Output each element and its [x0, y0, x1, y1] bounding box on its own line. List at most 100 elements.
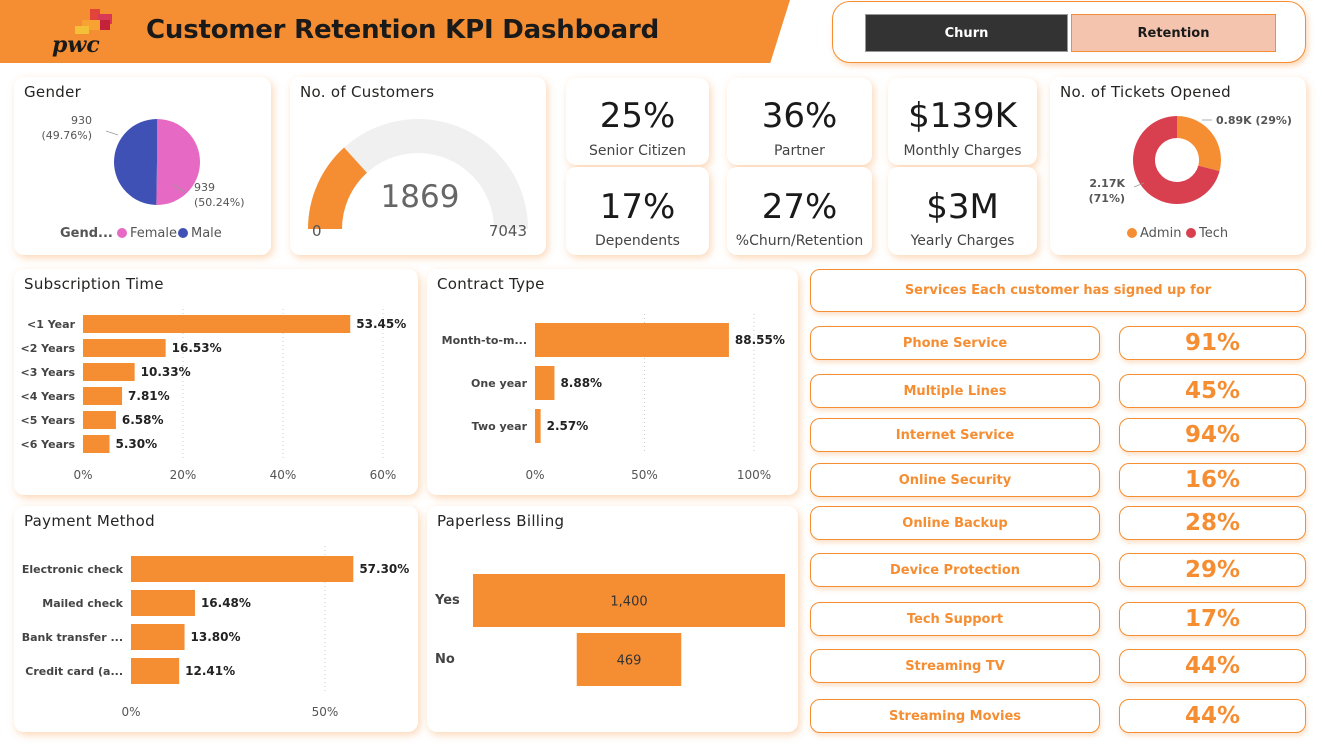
subscription-time-card: Subscription Time 0% 20% 40% 60% <1 Year 53.4…	[14, 269, 418, 495]
churn-button[interactable]: Churn	[865, 14, 1068, 52]
payment-category-label: Credit card (a...	[25, 665, 123, 678]
subscription-category-label: <2 Years	[20, 342, 75, 355]
service-value-streaming-tv: 44%	[1119, 649, 1306, 683]
subscription-bar	[83, 315, 351, 333]
subscription-bar	[83, 387, 123, 405]
payment-value-label: 12.41%	[185, 664, 235, 678]
payment-bar	[131, 556, 354, 582]
service-label-phone: Phone Service	[810, 326, 1100, 360]
service-label-internet: Internet Service	[810, 418, 1100, 452]
subscription-category-label: <3 Years	[20, 366, 75, 379]
payment-category-label: Electronic check	[22, 563, 124, 576]
kpi-label: Dependents	[595, 233, 680, 249]
contract-value-label: 8.88%	[560, 376, 602, 390]
payment-value-label: 13.80%	[191, 630, 241, 644]
gender-card: Gender 930 (49.76%) 939 (50.24%) Gend...…	[14, 77, 271, 255]
subscription-axis-tick: 20%	[170, 468, 197, 482]
contract-type-card: Contract Type 0% 50% 100% Month-to-m... 88.5…	[427, 269, 798, 495]
service-value-streaming-movies: 44%	[1119, 699, 1306, 733]
legend-tech-marker	[1186, 228, 1196, 238]
contract-axis-tick: 50%	[631, 468, 658, 482]
payment-value-label: 16.48%	[201, 596, 251, 610]
service-label-device-protection: Device Protection	[810, 553, 1100, 587]
payment-category-label: Bank transfer ...	[22, 631, 123, 644]
service-value-phone: 91%	[1119, 326, 1306, 360]
gender-pie-chart: 930 (49.76%) 939 (50.24%) Gend... Female…	[41, 114, 245, 241]
payment-bar	[131, 590, 195, 616]
legend-male-marker	[178, 228, 188, 238]
kpi-value: 36%	[761, 96, 838, 136]
kpi-senior-citizen: 25% Senior Citizen	[566, 78, 709, 165]
service-value-online-security: 16%	[1119, 463, 1306, 497]
contract-axis-tick: 100%	[737, 468, 771, 482]
subscription-axis-tick: 60%	[370, 468, 397, 482]
kpi-partner: 36% Partner	[727, 78, 872, 165]
service-value-internet: 94%	[1119, 418, 1306, 452]
subscription-bar	[83, 363, 135, 381]
kpi-value: $3M	[926, 187, 999, 227]
customers-card: No. of Customers 1869 0 7043	[290, 77, 546, 255]
contract-value-label: 2.57%	[547, 419, 589, 433]
donut-slice-admin	[1177, 116, 1221, 172]
subscription-category-label: <1 Year	[27, 318, 76, 331]
subscription-value-label: 16.53%	[172, 341, 222, 355]
service-label-multiple-lines: Multiple Lines	[810, 374, 1100, 408]
kpi-label: Partner	[774, 143, 825, 159]
contract-bar	[535, 409, 541, 443]
service-value-tech-support: 17%	[1119, 602, 1306, 636]
payment-bar	[131, 624, 185, 650]
paperless-funnel-chart: 1,400 Yes 469 No	[434, 574, 785, 686]
retention-button[interactable]: Retention	[1071, 14, 1276, 52]
legend-female-label: Female	[130, 226, 177, 241]
tickets-card: No. of Tickets Opened 0.89K (29%) 2.17K …	[1050, 77, 1306, 255]
tech-pct-label: (71%)	[1089, 192, 1125, 205]
subscription-bar	[83, 339, 166, 357]
payment-axis-tick: 50%	[312, 705, 339, 719]
kpi-label: Monthly Charges	[903, 143, 1022, 159]
page-title: Customer Retention KPI Dashboard	[146, 15, 660, 45]
gauge-min: 0	[312, 222, 322, 240]
pie-slice-male	[114, 119, 157, 205]
kpi-monthly-charges: $139K Monthly Charges	[888, 78, 1037, 165]
service-value-online-backup: 28%	[1119, 506, 1306, 540]
contract-category-label: Two year	[472, 420, 528, 433]
subscription-value-label: 10.33%	[141, 365, 191, 379]
subscription-bar	[83, 435, 110, 453]
kpi-yearly-charges: $3M Yearly Charges	[888, 167, 1037, 255]
svg-text:pwc: pwc	[52, 32, 100, 58]
tickets-donut-chart: 0.89K (29%) 2.17K (71%) Admin Tech	[1089, 114, 1292, 241]
contract-bar	[535, 323, 729, 357]
kpi-churn-retention: 27% %Churn/Retention	[727, 167, 872, 255]
payment-bar	[131, 658, 180, 684]
contract-category-label: One year	[471, 377, 528, 390]
kpi-value: 27%	[761, 187, 838, 227]
funnel-category-label: No	[435, 652, 455, 667]
subscription-value-label: 6.58%	[122, 413, 164, 427]
funnel-value-label: 1,400	[610, 595, 647, 610]
churn-retention-toggle: Churn Retention	[832, 1, 1306, 63]
kpi-value: 17%	[599, 187, 676, 227]
gauge-max: 7043	[489, 222, 527, 240]
payment-method-card: Payment Method 0% 50% Electronic check 57.3…	[14, 506, 418, 732]
payment-axis-tick: 0%	[121, 705, 140, 719]
customers-gauge: 1869 0 7043	[308, 119, 528, 240]
kpi-value: $139K	[908, 96, 1017, 136]
services-header: Services Each customer has signed up for	[810, 269, 1306, 312]
subscription-category-label: <4 Years	[20, 390, 75, 403]
service-label-online-security: Online Security	[810, 463, 1100, 497]
female-pct-label: (50.24%)	[194, 196, 245, 209]
payment-category-label: Mailed check	[42, 597, 123, 610]
kpi-label: Senior Citizen	[589, 143, 686, 159]
service-label-streaming-movies: Streaming Movies	[810, 699, 1100, 733]
subscription-value-label: 7.81%	[128, 389, 170, 403]
paperless-billing-card: Paperless Billing 1,400 Yes 469 No	[427, 506, 798, 732]
subscription-bar	[83, 411, 116, 429]
kpi-label: Yearly Charges	[910, 233, 1015, 249]
tech-value-label: 2.17K	[1089, 177, 1125, 190]
contract-bar-chart: 0% 50% 100% Month-to-m... 88.55% One year 8.88…	[442, 314, 785, 482]
payment-bar-chart: 0% 50% Electronic check 57.30% Mailed check 1…	[22, 546, 409, 719]
service-label-tech-support: Tech Support	[810, 602, 1100, 636]
pwc-logo: pwc	[0, 0, 130, 63]
gender-legend-title: Gend...	[60, 226, 113, 241]
legend-tech-label: Tech	[1198, 226, 1228, 241]
